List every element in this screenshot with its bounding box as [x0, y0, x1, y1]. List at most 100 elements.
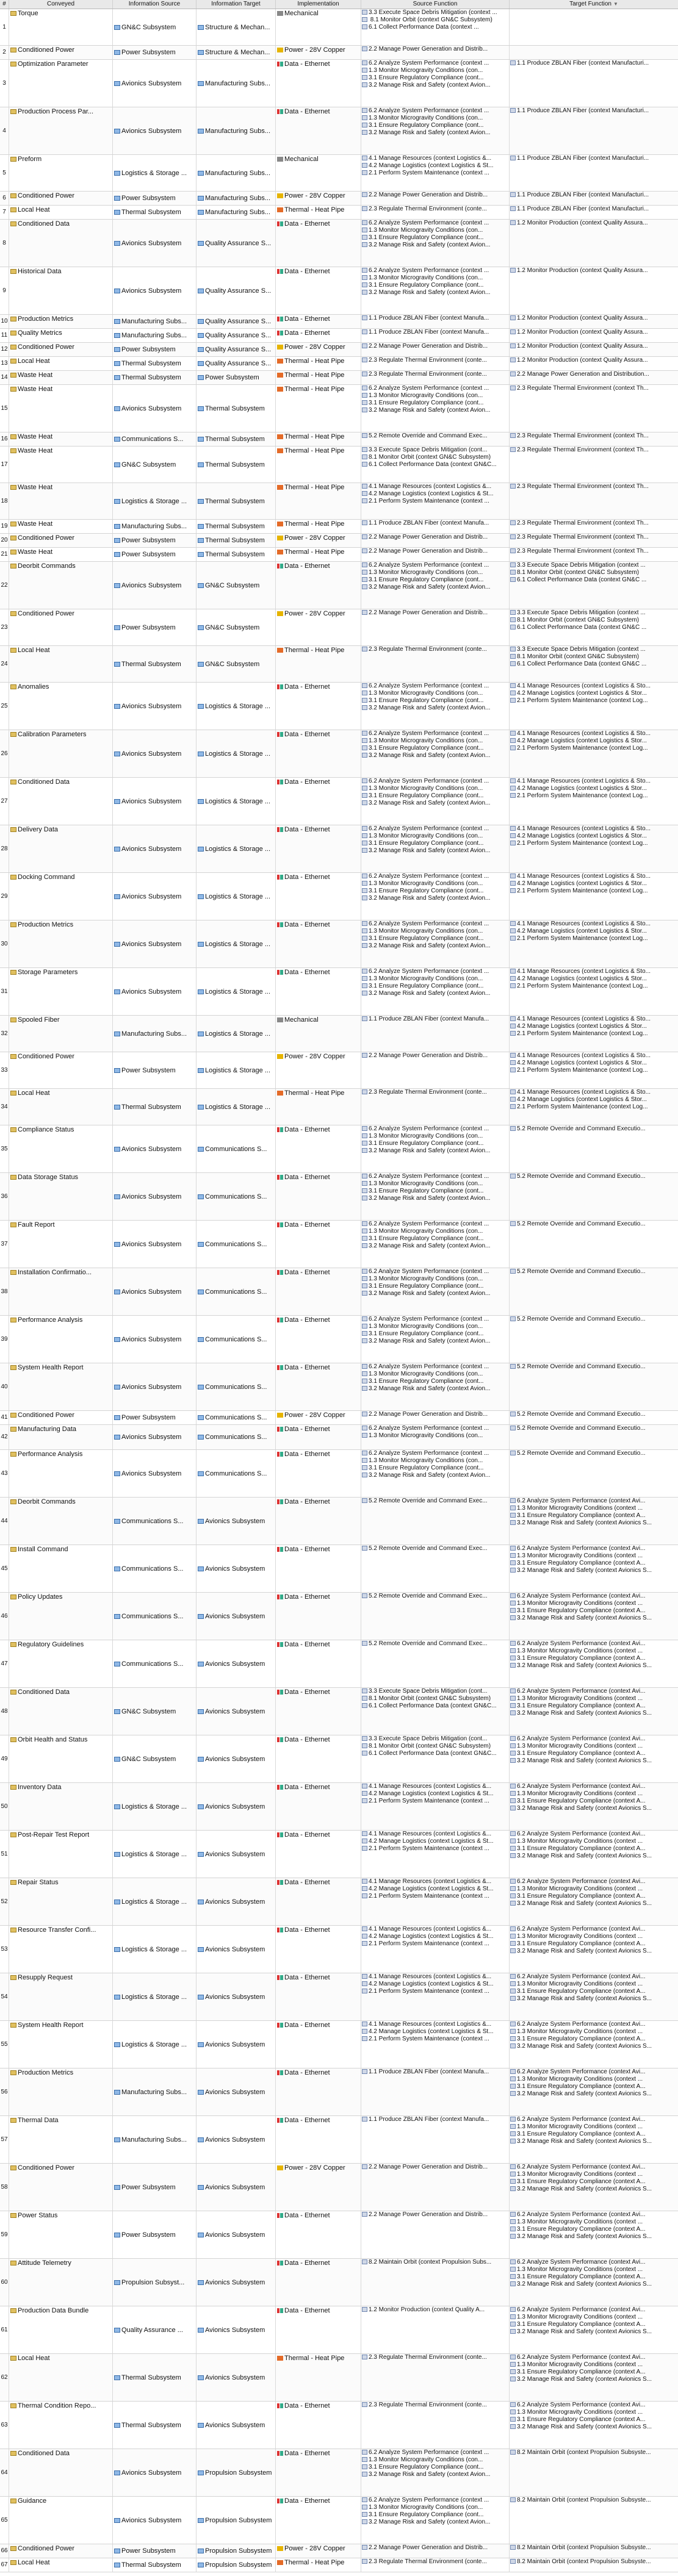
source-function-cell[interactable]: 6.2 Analyze System Performance (context …: [361, 1221, 510, 1268]
source-function-cell[interactable]: 3.3 Execute Space Debris Mitigation (con…: [361, 1688, 510, 1735]
target-cell[interactable]: Thermal Subsystem: [197, 548, 276, 561]
source-cell[interactable]: Manufacturing Subs...: [113, 520, 197, 533]
target-cell[interactable]: Logistics & Storage ...: [197, 1052, 276, 1088]
target-cell[interactable]: Propulsion Subsystem: [197, 2558, 276, 2572]
implementation-cell[interactable]: Data - Ethernet: [276, 220, 361, 267]
function-ref[interactable]: 1.2 Monitor Production (context Quality …: [510, 329, 678, 336]
conveyed-cell[interactable]: Policy Updates: [9, 1593, 113, 1640]
conveyed-cell[interactable]: Power Status: [9, 2211, 113, 2258]
function-ref[interactable]: 5.2 Remote Override and Command Executio…: [510, 1425, 678, 1432]
function-ref[interactable]: 4.2 Manage Logistics (context Logistics …: [510, 737, 678, 745]
function-ref[interactable]: 3.2 Manage Risk and Safety (context Avio…: [361, 2519, 509, 2526]
implementation-cell[interactable]: Data - Ethernet: [276, 2211, 361, 2258]
source-function-cell[interactable]: 6.2 Analyze System Performance (context …: [361, 1316, 510, 1363]
function-ref[interactable]: 6.2 Analyze System Performance (context …: [510, 1735, 678, 1743]
target-function-cell[interactable]: 6.2 Analyze System Performance (context …: [510, 1831, 678, 1878]
function-ref[interactable]: 3.1 Ensure Regulatory Compliance (contex…: [510, 1988, 678, 1995]
function-ref[interactable]: 4.1 Manage Resources (context Logistics …: [361, 1973, 509, 1981]
target-function-cell[interactable]: 5.2 Remote Override and Command Executio…: [510, 1363, 678, 1410]
function-ref[interactable]: 3.1 Ensure Regulatory Compliance (contex…: [510, 2036, 678, 2043]
source-cell[interactable]: Propulsion Subsyst...: [113, 2259, 197, 2306]
conveyed-cell[interactable]: Waste Heat: [9, 371, 113, 384]
target-function-cell[interactable]: 1.2 Monitor Production (context Quality …: [510, 315, 678, 328]
conveyed-cell[interactable]: Production Metrics: [9, 315, 113, 328]
implementation-cell[interactable]: Data - Ethernet: [276, 329, 361, 342]
table-row[interactable]: 38 Installation Confirmatio... Avionics Su…: [0, 1268, 678, 1316]
conveyed-cell[interactable]: Installation Confirmatio...: [9, 1268, 113, 1315]
conveyed-cell[interactable]: Conditioned Data: [9, 220, 113, 267]
target-function-cell[interactable]: 2.3 Regulate Thermal Environment (contex…: [510, 432, 678, 446]
conveyed-cell[interactable]: Manufacturing Data: [9, 1425, 113, 1449]
target-cell[interactable]: Logistics & Storage ...: [197, 968, 276, 1015]
conveyed-cell[interactable]: Calibration Parameters: [9, 730, 113, 777]
table-row[interactable]: 16 Waste Heat Communications S... Thermal S…: [0, 432, 678, 447]
function-ref[interactable]: 3.1 Ensure Regulatory Compliance (cont..…: [361, 1283, 509, 1290]
function-ref[interactable]: 2.1 Perform System Maintenance (context …: [510, 935, 678, 942]
function-ref[interactable]: 4.2 Manage Logistics (context Logistics …: [510, 690, 678, 697]
implementation-cell[interactable]: Data - Ethernet: [276, 1593, 361, 1640]
source-cell[interactable]: Logistics & Storage ...: [113, 2021, 197, 2068]
function-ref[interactable]: 1.2 Monitor Production (context Quality …: [361, 2306, 509, 2314]
function-ref[interactable]: 8.1 Monitor Orbit (context GN&C Subsyste…: [361, 16, 509, 24]
function-ref[interactable]: 4.2 Manage Logistics (context Logistics …: [361, 490, 509, 498]
target-cell[interactable]: Logistics & Storage ...: [197, 683, 276, 730]
table-row[interactable]: 48 Conditioned Data GN&C Subsystem Avionics…: [0, 1688, 678, 1735]
source-cell[interactable]: Avionics Subsystem: [113, 60, 197, 107]
conveyed-cell[interactable]: Install Command: [9, 1545, 113, 1592]
function-ref[interactable]: 6.2 Analyze System Performance (context …: [510, 2306, 678, 2314]
function-ref[interactable]: 3.2 Manage Risk and Safety (context Avio…: [361, 942, 509, 950]
function-ref[interactable]: 1.3 Monitor Microgravity Conditions (con…: [510, 1743, 678, 1750]
function-ref[interactable]: 4.2 Manage Logistics (context Logistics …: [510, 785, 678, 792]
target-cell[interactable]: Communications S...: [197, 1268, 276, 1315]
implementation-cell[interactable]: Mechanical: [276, 9, 361, 45]
header-target[interactable]: Information Target: [197, 0, 276, 9]
implementation-cell[interactable]: Power - 28V Copper: [276, 192, 361, 205]
function-ref[interactable]: 1.3 Monitor Microgravity Conditions (con…: [510, 1600, 678, 1607]
implementation-cell[interactable]: Thermal - Heat Pipe: [276, 206, 361, 219]
implementation-cell[interactable]: Thermal - Heat Pipe: [276, 646, 361, 682]
source-cell[interactable]: Avionics Subsystem: [113, 2449, 197, 2496]
conveyed-cell[interactable]: Waste Heat: [9, 548, 113, 561]
function-ref[interactable]: 5.2 Remote Override and Command Executio…: [510, 1268, 678, 1275]
target-cell[interactable]: Avionics Subsystem: [197, 2021, 276, 2068]
source-cell[interactable]: Thermal Subsystem: [113, 2354, 197, 2401]
function-ref[interactable]: 3.1 Ensure Regulatory Compliance (contex…: [510, 2321, 678, 2328]
target-function-cell[interactable]: 3.3 Execute Space Debris Mitigation (con…: [510, 609, 678, 645]
target-cell[interactable]: Manufacturing Subs...: [197, 206, 276, 219]
function-ref[interactable]: 3.2 Manage Risk and Safety (context Avio…: [510, 2090, 678, 2098]
function-ref[interactable]: 5.2 Remote Override and Command Executio…: [510, 1316, 678, 1323]
target-cell[interactable]: GN&C Subsystem: [197, 562, 276, 609]
function-ref[interactable]: 1.2 Monitor Production (context Quality …: [510, 220, 678, 227]
function-ref[interactable]: 5.2 Remote Override and Command Exec...: [361, 432, 509, 440]
implementation-cell[interactable]: Data - Ethernet: [276, 1173, 361, 1220]
function-ref[interactable]: 2.1 Perform System Maintenance (context …: [510, 983, 678, 990]
function-ref[interactable]: 3.2 Manage Risk and Safety (context Avio…: [510, 1662, 678, 1670]
function-ref[interactable]: 6.2 Analyze System Performance (context …: [510, 1688, 678, 1695]
target-cell[interactable]: Propulsion Subsystem: [197, 2497, 276, 2544]
function-ref[interactable]: 1.1 Produce ZBLAN Fiber (context Manufac…: [510, 192, 678, 199]
function-ref[interactable]: 3.3 Execute Space Debris Mitigation (con…: [361, 1688, 509, 1695]
table-row[interactable]: 32 Spooled Fiber Manufacturing Subs... Logi…: [0, 1016, 678, 1052]
function-ref[interactable]: 3.1 Ensure Regulatory Compliance (cont..…: [361, 888, 509, 895]
implementation-cell[interactable]: Power - 28V Copper: [276, 1052, 361, 1088]
table-row[interactable]: 19 Waste Heat Manufacturing Subs... Thermal…: [0, 520, 678, 534]
conveyed-cell[interactable]: Orbit Health and Status: [9, 1735, 113, 1782]
header-target-function[interactable]: Target Function ▼: [510, 0, 678, 9]
source-function-cell[interactable]: 6.2 Analyze System Performance (context …: [361, 825, 510, 872]
implementation-cell[interactable]: Data - Ethernet: [276, 2449, 361, 2496]
source-function-cell[interactable]: 6.2 Analyze System Performance (context …: [361, 1268, 510, 1315]
function-ref[interactable]: 3.2 Manage Risk and Safety (context Avio…: [361, 584, 509, 591]
table-row[interactable]: 49 Orbit Health and Status GN&C Subsystem A…: [0, 1735, 678, 1783]
function-ref[interactable]: 1.3 Monitor Microgravity Conditions (con…: [361, 1432, 509, 1440]
table-row[interactable]: 59 Power Status Power Subsystem Avionics Su…: [0, 2211, 678, 2259]
target-cell[interactable]: Propulsion Subsystem: [197, 2544, 276, 2558]
function-ref[interactable]: 1.3 Monitor Microgravity Conditions (con…: [361, 392, 509, 400]
function-ref[interactable]: 8.1 Monitor Orbit (context GN&C Subsyste…: [361, 454, 509, 461]
target-cell[interactable]: Communications S...: [197, 1425, 276, 1449]
target-cell[interactable]: Avionics Subsystem: [197, 2211, 276, 2258]
function-ref[interactable]: 4.1 Manage Resources (context Logistics …: [510, 683, 678, 690]
implementation-cell[interactable]: Thermal - Heat Pipe: [276, 447, 361, 483]
target-function-cell[interactable]: 6.2 Analyze System Performance (context …: [510, 2021, 678, 2068]
table-row[interactable]: 10 Production Metrics Manufacturing Subs..…: [0, 315, 678, 329]
function-ref[interactable]: 3.2 Manage Risk and Safety (context Avio…: [361, 1195, 509, 1202]
